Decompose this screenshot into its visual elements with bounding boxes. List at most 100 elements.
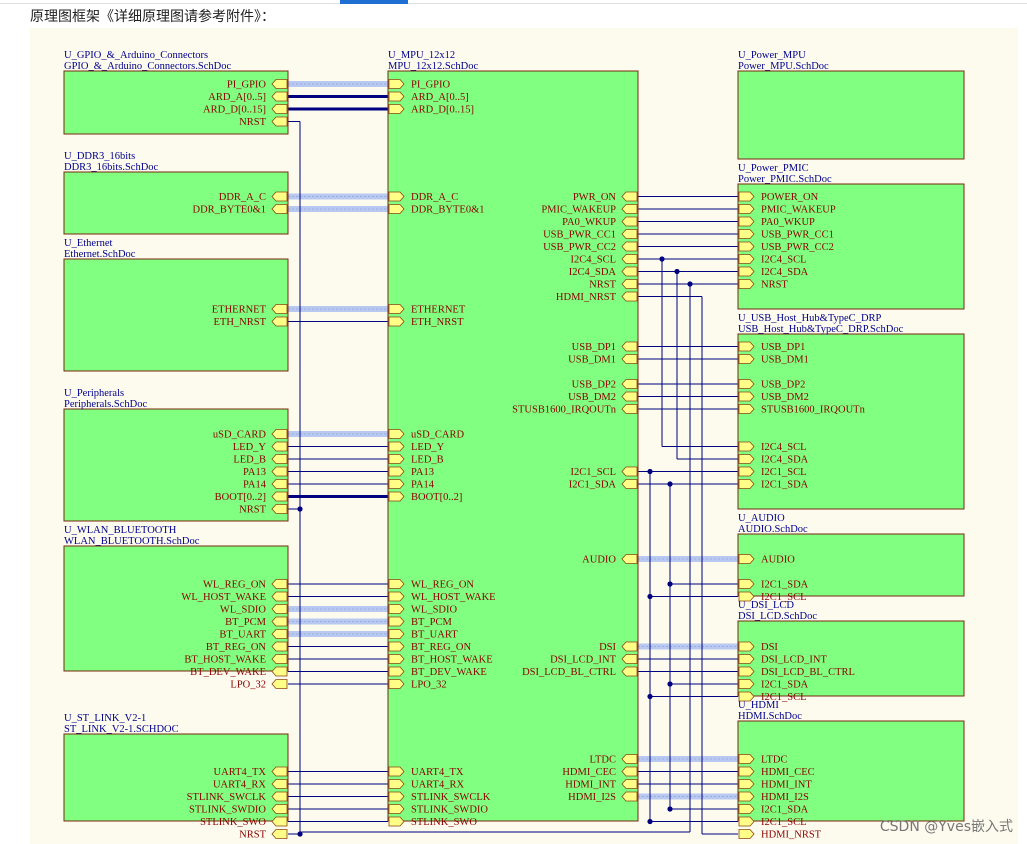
pin-label-stl-nrst: NRST xyxy=(239,830,266,841)
sheet-designator-ddr: U_DDR3_16bits xyxy=(64,151,135,162)
pin-label-mpu-r-pa0-wkup: PA0_WKUP xyxy=(562,217,616,228)
pin-label-mpu-r-usb-dm1: USB_DM1 xyxy=(568,355,616,366)
pin-label-wlan-bt-reg-on: BT_REG_ON xyxy=(206,642,267,653)
sheet-filename-usb: USB_Host_Hub&TypeC_DRP.SchDoc xyxy=(738,324,904,335)
sheet-block-pwr xyxy=(737,70,965,160)
sheet-designator-gpio: U_GPIO_&_Arduino_Connectors xyxy=(64,50,208,61)
pin-label-mpu-r-dsi: DSI xyxy=(599,642,616,653)
pin-label-dsi-dsi-lcd-int: DSI_LCD_INT xyxy=(761,655,827,666)
port-wlan-lpo-32 xyxy=(271,679,288,689)
pin-label-hdmi-hdmi-i2s: HDMI_I2S xyxy=(761,792,809,803)
pin-label-mpu-l-lpo-32: LPO_32 xyxy=(411,680,447,691)
pin-label-mpu-l-uart4-tx: UART4_TX xyxy=(411,767,464,778)
pin-label-mpu-l-eth-nrst: ETH_NRST xyxy=(411,317,464,328)
pin-label-mpu-l-led-y: LED_Y xyxy=(411,442,445,453)
junction-dot xyxy=(647,593,653,600)
junction-dot xyxy=(647,468,653,475)
sheet-filename-dsi: DSI_LCD.SchDoc xyxy=(738,611,817,622)
pin-label-pmic-usb-pwr-cc1: USB_PWR_CC1 xyxy=(761,230,834,241)
pin-label-per-pa13: PA13 xyxy=(243,467,266,478)
pin-label-dsi-i2c1-scl: I2C1_SCL xyxy=(761,692,807,703)
pin-label-usb-usb-dp2: USB_DP2 xyxy=(761,380,805,391)
pin-label-mpu-r-usb-dm2: USB_DM2 xyxy=(568,392,616,403)
pin-label-usb-i2c4-scl: I2C4_SCL xyxy=(761,442,807,453)
schematic-diagram: U_GPIO_&_Arduino_ConnectorsGPIO_&_Arduin… xyxy=(63,50,965,841)
pin-label-mpu-l-usd-card: uSD_CARD xyxy=(411,430,465,441)
pin-label-mpu-r-i2c1-sda: I2C1_SDA xyxy=(569,480,617,491)
pin-label-hdmi-ltdc: LTDC xyxy=(761,755,787,766)
pin-label-dsi-dsi: DSI xyxy=(761,642,778,653)
pin-label-wlan-bt-pcm: BT_PCM xyxy=(225,617,267,628)
sheet-filename-hdmi: HDMI.SchDoc xyxy=(738,711,802,722)
port-hdmi-hdmi-nrst xyxy=(738,829,755,839)
pin-label-stl-uart4-tx: UART4_TX xyxy=(214,767,267,778)
pin-label-mpu-l-stlink-swo: STLINK_SWO xyxy=(411,817,477,828)
pin-label-per-boot-0-2: BOOT[0..2] xyxy=(215,492,266,503)
pin-label-mpu-l-bt-dev-wake: BT_DEV_WAKE xyxy=(411,667,487,678)
pin-label-pmic-pa0-wkup: PA0_WKUP xyxy=(761,217,815,228)
junction-dot xyxy=(667,481,673,487)
pin-label-mpu-r-stusb1600-irqoutn: STUSB1600_IRQOUTn xyxy=(512,405,617,416)
pin-label-eth-ethernet: ETHERNET xyxy=(212,305,267,316)
sheet-designator-pmic: U_Power_PMIC xyxy=(738,163,809,174)
sheet-filename-aud: AUDIO.SchDoc xyxy=(738,524,808,535)
pin-label-gpio-ard-a-0-5: ARD_A[0..5] xyxy=(208,92,266,103)
pin-label-mpu-l-pa13: PA13 xyxy=(411,467,434,478)
sheet-filename-pmic: Power_PMIC.SchDoc xyxy=(738,174,832,185)
pin-label-hdmi-hdmi-int: HDMI_INT xyxy=(761,780,812,791)
sheet-filename-ddr: DDR3_16bits.SchDoc xyxy=(64,162,159,173)
pin-label-gpio-ard-d-0-15: ARD_D[0..15] xyxy=(203,105,266,116)
pin-label-mpu-r-i2c1-scl: I2C1_SCL xyxy=(570,467,616,478)
pin-label-mpu-r-i2c4-sda: I2C4_SDA xyxy=(569,267,617,278)
pin-label-mpu-r-usb-dp1: USB_DP1 xyxy=(572,342,616,353)
pin-label-aud-audio: AUDIO xyxy=(761,555,795,566)
pin-label-ddr-ddr-a-c: DDR_A_C xyxy=(219,192,266,203)
pin-label-wlan-wl-sdio: WL_SDIO xyxy=(220,605,266,616)
sheet-filename-wlan: WLAN_BLUETOOTH.SchDoc xyxy=(64,536,200,547)
pin-label-usb-i2c1-sda: I2C1_SDA xyxy=(761,480,809,491)
junction-dot xyxy=(647,818,653,825)
pin-label-mpu-l-bt-host-wake: BT_HOST_WAKE xyxy=(411,655,493,666)
pin-label-mpu-l-ddr-byte0-1: DDR_BYTE0&1 xyxy=(411,205,485,216)
pin-label-mpu-l-bt-reg-on: BT_REG_ON xyxy=(411,642,472,653)
pin-label-mpu-l-wl-host-wake: WL_HOST_WAKE xyxy=(411,592,496,603)
pin-label-mpu-r-hdmi-i2s: HDMI_I2S xyxy=(568,792,616,803)
pin-label-mpu-r-ltdc: LTDC xyxy=(590,755,616,766)
pin-label-per-nrst: NRST xyxy=(239,505,266,516)
pin-label-stl-uart4-rx: UART4_RX xyxy=(213,780,266,791)
pin-label-mpu-l-wl-sdio: WL_SDIO xyxy=(411,605,457,616)
pin-label-pmic-i2c4-sda: I2C4_SDA xyxy=(761,267,809,278)
pin-label-mpu-r-dsi-lcd-bl-ctrl: DSI_LCD_BL_CTRL xyxy=(522,667,616,678)
junction-dot xyxy=(667,581,673,587)
pin-label-ddr-ddr-byte0-1: DDR_BYTE0&1 xyxy=(193,205,267,216)
pin-label-mpu-l-wl-reg-on: WL_REG_ON xyxy=(411,580,474,591)
pin-label-mpu-r-nrst: NRST xyxy=(589,280,616,291)
pin-label-per-pa14: PA14 xyxy=(243,480,267,491)
junction-dot xyxy=(687,281,693,287)
pin-label-per-led-b: LED_B xyxy=(233,455,266,466)
pin-label-mpu-l-ard-a-0-5: ARD_A[0..5] xyxy=(411,92,469,103)
sheet-designator-stl: U_ST_LINK_V2-1 xyxy=(64,713,146,724)
pin-label-stl-stlink-swo: STLINK_SWO xyxy=(200,817,266,828)
pin-label-usb-usb-dm2: USB_DM2 xyxy=(761,392,809,403)
port-stl-nrst xyxy=(271,829,288,839)
pin-label-wlan-bt-dev-wake: BT_DEV_WAKE xyxy=(190,667,266,678)
pin-label-mpu-r-pwr-on: PWR_ON xyxy=(573,192,617,203)
junction-dot xyxy=(667,681,673,687)
pin-label-mpu-r-audio: AUDIO xyxy=(582,555,616,566)
pin-label-wlan-wl-reg-on: WL_REG_ON xyxy=(203,580,266,591)
pin-label-gpio-nrst: NRST xyxy=(239,117,266,128)
pin-label-mpu-r-usb-dp2: USB_DP2 xyxy=(572,380,616,391)
sheet-filename-stl: ST_LINK_V2-1.SCHDOC xyxy=(64,724,179,735)
junction-dot xyxy=(659,256,665,262)
pin-label-hdmi-hdmi-cec: HDMI_CEC xyxy=(761,767,815,778)
sheet-designator-pwr: U_Power_MPU xyxy=(738,50,806,61)
active-tab-indicator xyxy=(340,0,408,4)
pin-label-aud-i2c1-sda: I2C1_SDA xyxy=(761,580,809,591)
pin-label-dsi-dsi-lcd-bl-ctrl: DSI_LCD_BL_CTRL xyxy=(761,667,855,678)
sheet-designator-aud: U_AUDIO xyxy=(738,513,785,524)
sheet-designator-usb: U_USB_Host_Hub&TypeC_DRP xyxy=(738,313,882,324)
pin-label-mpu-r-hdmi-nrst: HDMI_NRST xyxy=(556,292,617,303)
pin-label-per-usd-card: uSD_CARD xyxy=(213,430,267,441)
pin-label-mpu-l-ethernet: ETHERNET xyxy=(411,305,466,316)
